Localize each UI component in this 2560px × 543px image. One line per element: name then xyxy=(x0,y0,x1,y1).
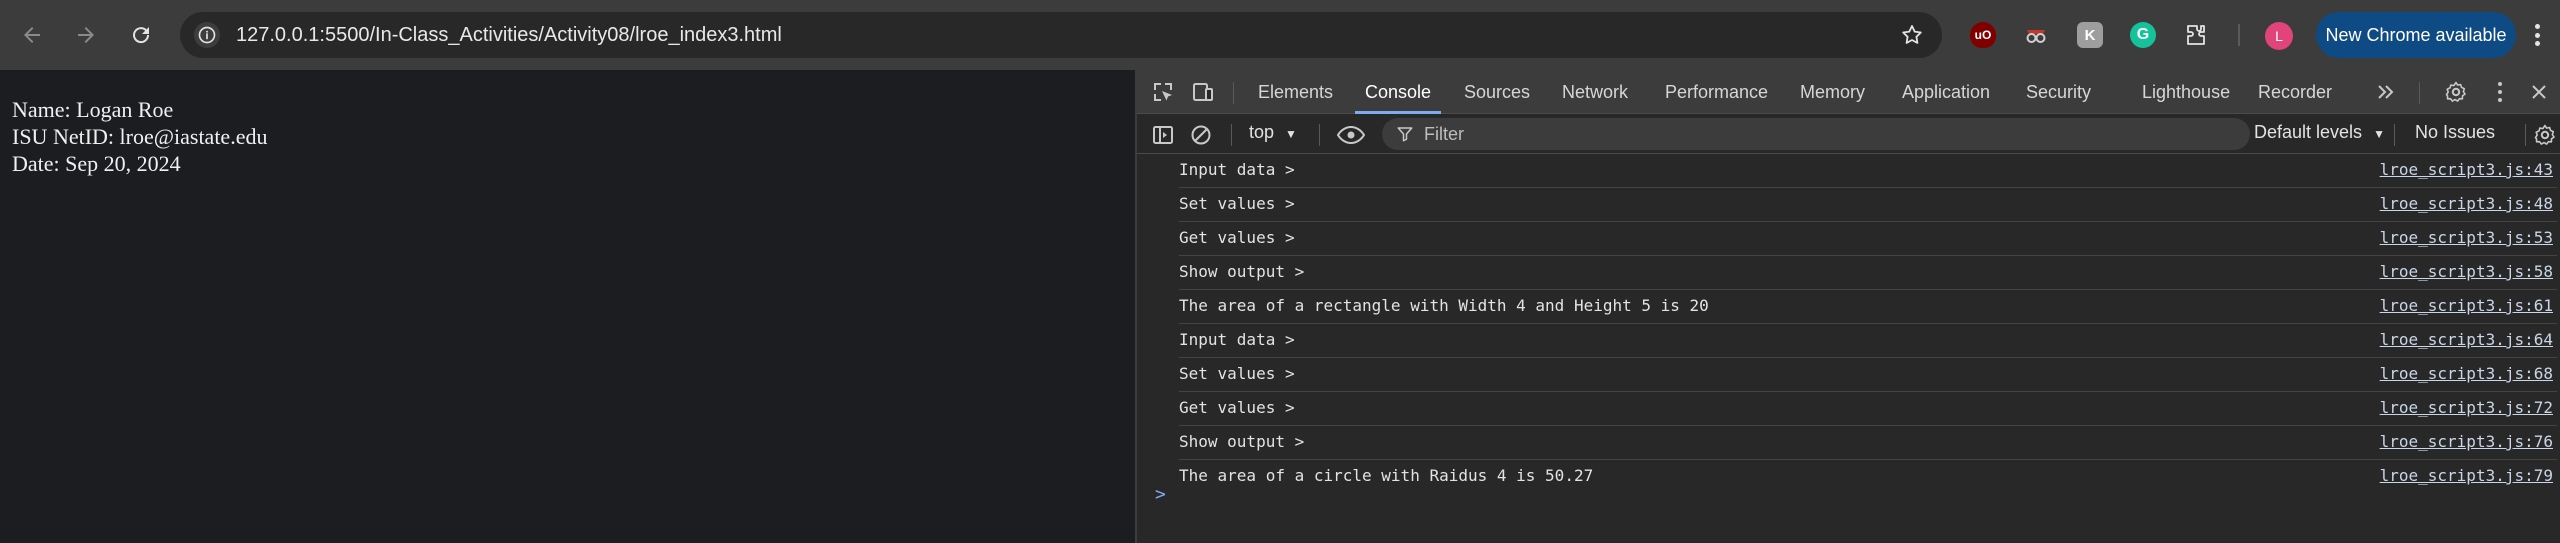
console-log-row[interactable]: Set values > lroe_script3.js:68 xyxy=(1179,358,2557,392)
arrow-left-icon xyxy=(24,27,40,43)
log-source-link[interactable]: lroe_script3.js:48 xyxy=(2380,194,2553,213)
grammarly-icon[interactable]: G xyxy=(2130,22,2156,48)
browser-toolbar: 127.0.0.1:5500/In-Class_Activities/Activ… xyxy=(0,0,2560,70)
ublock-icon[interactable]: uO xyxy=(1970,22,1996,48)
k-extension-icon[interactable]: K xyxy=(2077,22,2103,48)
reload-icon xyxy=(133,27,150,44)
puzzle-icon[interactable] xyxy=(2183,22,2209,48)
netid-line: ISU NetID: lroe@iastate.edu xyxy=(12,124,268,149)
console-log-row[interactable]: Input data > lroe_script3.js:43 xyxy=(1179,154,2557,188)
page-viewport: Name: Logan Roe ISU NetID: lroe@iastate.… xyxy=(0,70,1135,543)
log-message: Input data > xyxy=(1179,330,1295,349)
bookmark-star-icon[interactable] xyxy=(1900,23,1924,47)
devtools-tab-bar: Elements Console Sources Network Perform… xyxy=(1137,70,2560,114)
log-levels-dropdown[interactable]: Default levels ▼ xyxy=(2254,122,2385,143)
filter-icon xyxy=(1397,127,1413,142)
date-line: Date: Sep 20, 2024 xyxy=(12,151,181,176)
url-text[interactable]: 127.0.0.1:5500/In-Class_Activities/Activ… xyxy=(236,24,782,47)
arrow-right-icon xyxy=(78,27,94,43)
log-source-link[interactable]: lroe_script3.js:61 xyxy=(2380,296,2553,315)
tab-recorder[interactable]: Recorder xyxy=(2258,70,2332,114)
log-message: The area of a rectangle with Width 4 and… xyxy=(1179,296,1709,315)
tab-network[interactable]: Network xyxy=(1562,70,1628,114)
tab-lighthouse[interactable]: Lighthouse xyxy=(2142,70,2230,114)
prompt-chevron-icon: > xyxy=(1155,484,1166,505)
log-message: Get values > xyxy=(1179,228,1295,247)
eye-icon[interactable] xyxy=(1336,123,1366,147)
log-source-link[interactable]: lroe_script3.js:53 xyxy=(2380,228,2553,247)
filter-divider xyxy=(2394,124,2395,146)
log-source-link[interactable]: lroe_script3.js:72 xyxy=(2380,398,2553,417)
context-selector[interactable]: top ▼ xyxy=(1249,122,1297,143)
forward-button[interactable] xyxy=(70,19,102,51)
profile-avatar[interactable]: L xyxy=(2265,22,2293,50)
filter-divider xyxy=(1231,124,1232,146)
console-settings-gear-icon[interactable] xyxy=(2533,123,2557,147)
console-log-row[interactable]: Get values > lroe_script3.js:53 xyxy=(1179,222,2557,256)
console-output: Input data > lroe_script3.js:43 Set valu… xyxy=(1137,154,2560,543)
inspect-element-icon[interactable] xyxy=(1151,80,1175,104)
console-log-row[interactable]: Show output > lroe_script3.js:76 xyxy=(1179,426,2557,460)
console-log-row[interactable]: Input data > lroe_script3.js:64 xyxy=(1179,324,2557,358)
new-chrome-available-button[interactable]: New Chrome available xyxy=(2316,12,2516,58)
filter-divider xyxy=(2525,124,2526,146)
chevron-down-icon: ▼ xyxy=(2373,127,2385,141)
console-log-row[interactable]: Set values > lroe_script3.js:48 xyxy=(1179,188,2557,222)
address-bar[interactable]: 127.0.0.1:5500/In-Class_Activities/Activ… xyxy=(180,12,1942,58)
back-button[interactable] xyxy=(16,19,48,51)
log-message: Set values > xyxy=(1179,194,1295,213)
tab-divider xyxy=(1233,82,1234,104)
chevron-down-icon: ▼ xyxy=(1285,127,1297,141)
console-log-row[interactable]: Get values > lroe_script3.js:72 xyxy=(1179,392,2557,426)
console-filter-bar: top ▼ Default levels ▼ No Issues xyxy=(1137,114,2560,154)
log-message: Get values > xyxy=(1179,398,1295,417)
name-line: Name: Logan Roe xyxy=(12,97,174,122)
spy-glasses-icon[interactable] xyxy=(2023,22,2049,48)
device-toolbar-icon[interactable] xyxy=(1191,80,1215,104)
tab-sources[interactable]: Sources xyxy=(1464,70,1530,114)
filter-input[interactable] xyxy=(1424,121,2224,147)
log-message: Set values > xyxy=(1179,364,1295,383)
reload-button[interactable] xyxy=(125,19,157,51)
console-prompt[interactable]: > xyxy=(1155,484,1166,505)
more-tabs-icon[interactable] xyxy=(2374,80,2398,104)
tab-application[interactable]: Application xyxy=(1902,70,1990,114)
filter-field[interactable] xyxy=(1382,118,2250,150)
settings-gear-icon[interactable] xyxy=(2444,80,2468,104)
site-info-icon[interactable] xyxy=(194,22,220,48)
issues-counter[interactable]: No Issues xyxy=(2415,122,2495,143)
console-log-row[interactable]: Show output > lroe_script3.js:58 xyxy=(1179,256,2557,290)
sidebar-toggle-icon[interactable] xyxy=(1151,123,1175,147)
chrome-menu-icon[interactable] xyxy=(2524,22,2550,48)
log-source-link[interactable]: lroe_script3.js:64 xyxy=(2380,330,2553,349)
tab-console[interactable]: Console xyxy=(1354,70,1442,114)
close-icon[interactable] xyxy=(2527,80,2551,104)
log-source-link[interactable]: lroe_script3.js:79 xyxy=(2380,466,2553,485)
context-label: top xyxy=(1249,122,1275,142)
tab-divider xyxy=(2419,82,2420,104)
console-log-row: The area of a rectangle with Width 4 and… xyxy=(1179,290,2557,324)
log-source-link[interactable]: lroe_script3.js:76 xyxy=(2380,432,2553,451)
log-message: The area of a circle with Raidus 4 is 50… xyxy=(1179,466,1594,485)
log-source-link[interactable]: lroe_script3.js:58 xyxy=(2380,262,2553,281)
tab-elements[interactable]: Elements xyxy=(1258,70,1333,114)
tab-security[interactable]: Security xyxy=(2026,70,2091,114)
devtools-menu-icon[interactable] xyxy=(2488,80,2512,104)
clear-console-icon[interactable] xyxy=(1189,123,1213,147)
log-message: Show output > xyxy=(1179,432,1305,451)
devtools-panel: Elements Console Sources Network Perform… xyxy=(1135,70,2560,543)
filter-divider xyxy=(1319,124,1320,146)
tab-memory[interactable]: Memory xyxy=(1800,70,1865,114)
levels-label: Default levels xyxy=(2254,122,2363,142)
toolbar-divider xyxy=(2238,24,2240,46)
log-message: Show output > xyxy=(1179,262,1305,281)
tab-performance[interactable]: Performance xyxy=(1665,70,1768,114)
log-source-link[interactable]: lroe_script3.js:43 xyxy=(2380,160,2553,179)
console-log-row: The area of a circle with Raidus 4 is 50… xyxy=(1179,460,2557,494)
log-message: Input data > xyxy=(1179,160,1295,179)
log-source-link[interactable]: lroe_script3.js:68 xyxy=(2380,364,2553,383)
